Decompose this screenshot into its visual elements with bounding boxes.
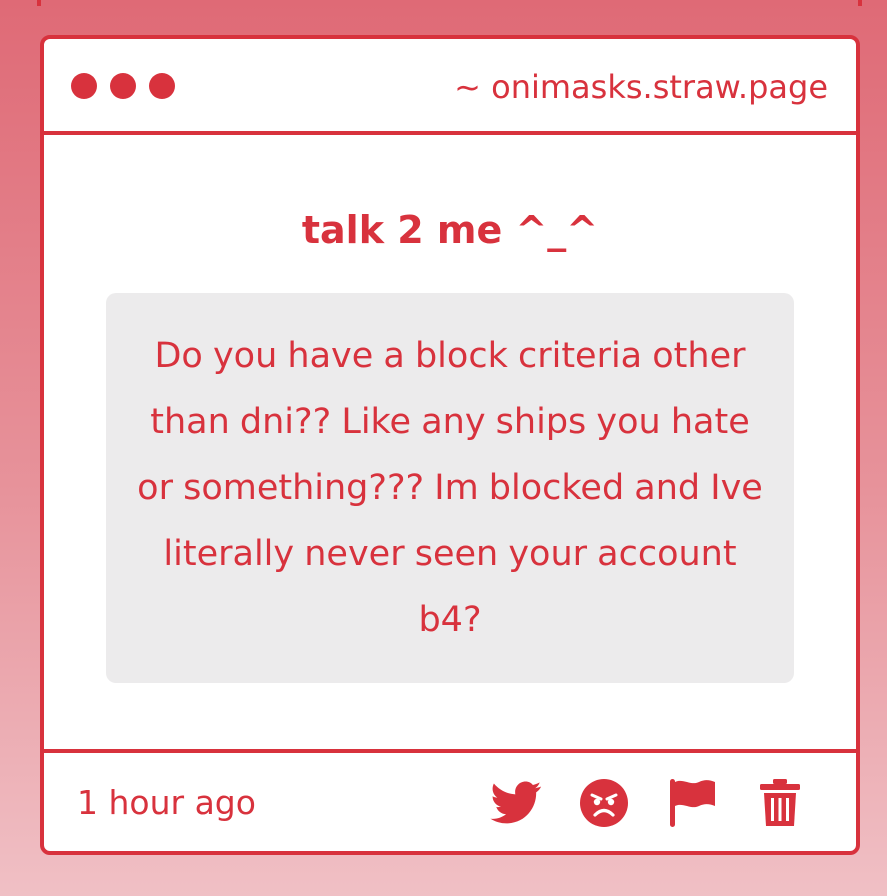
window-dot xyxy=(149,73,175,99)
window-titlebar: ~ onimasks.straw.page xyxy=(44,39,856,135)
message-text: Do you have a block criteria other than … xyxy=(137,336,763,640)
twitter-bird-icon xyxy=(490,781,542,824)
message-box: Do you have a block criteria other than … xyxy=(106,293,794,683)
react-angry-button[interactable] xyxy=(578,777,630,829)
report-flag-button[interactable] xyxy=(666,777,718,829)
delete-button[interactable] xyxy=(754,777,806,829)
edge-tick-left xyxy=(37,0,41,6)
window-dot xyxy=(71,73,97,99)
card-footer: 1 hour ago xyxy=(44,749,856,851)
window-dot xyxy=(110,73,136,99)
edge-tick-right xyxy=(858,0,862,6)
site-url[interactable]: ~ onimasks.straw.page xyxy=(454,67,828,107)
angry-face-icon xyxy=(580,779,628,827)
action-bar xyxy=(490,777,806,829)
card-content: talk 2 me ^_^ Do you have a block criter… xyxy=(44,135,856,747)
flag-icon xyxy=(670,779,715,827)
share-twitter-button[interactable] xyxy=(490,777,542,829)
timestamp: 1 hour ago xyxy=(77,783,256,822)
message-card: ~ onimasks.straw.page talk 2 me ^_^ Do y… xyxy=(40,35,860,855)
window-dots-icon xyxy=(71,73,175,99)
trash-icon xyxy=(760,779,800,826)
prompt-title: talk 2 me ^_^ xyxy=(301,208,599,252)
